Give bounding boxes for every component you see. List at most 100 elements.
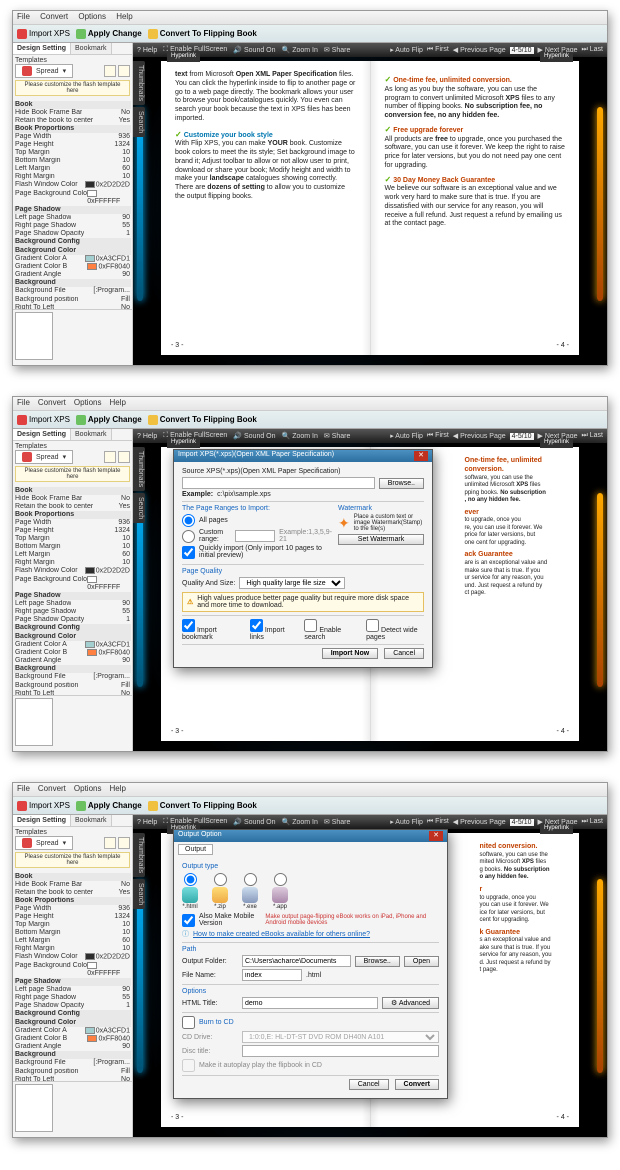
prop-row[interactable]: Right page Shadow55	[14, 994, 131, 1002]
import-now-button[interactable]: Import Now	[322, 648, 379, 659]
prop-row[interactable]: Background positionFill	[14, 682, 131, 690]
prop-row[interactable]: Page Height1324	[14, 913, 131, 921]
prop-row[interactable]: Flash Window Color0x2D2D2D	[14, 953, 131, 961]
prop-row[interactable]: Bottom Margin10	[14, 157, 131, 165]
prop-row[interactable]: Gradient Angle90	[14, 1043, 131, 1051]
template-open-button[interactable]	[104, 65, 116, 77]
prop-row[interactable]: Left Margin60	[14, 937, 131, 945]
prop-row[interactable]: Page Shadow Opacity1	[14, 616, 131, 624]
open-button[interactable]: Open	[404, 956, 439, 967]
prop-row[interactable]: Book Proportions	[14, 897, 131, 905]
faq-link[interactable]: How to make created eBooks available for…	[193, 931, 370, 938]
prop-row[interactable]: Left page Shadow90	[14, 600, 131, 608]
source-input[interactable]	[182, 477, 375, 489]
prop-row[interactable]: Hide Book Frame BarNo	[14, 109, 131, 117]
prop-row[interactable]: Page Background Color0xFFFFFF	[14, 576, 131, 592]
prop-row[interactable]: Bottom Margin10	[14, 543, 131, 551]
output-folder-input[interactable]	[242, 955, 351, 967]
radio-all-pages[interactable]	[182, 514, 195, 527]
prop-row[interactable]: Background File[:Program...	[14, 673, 131, 681]
share-button[interactable]: ✉ Share	[324, 46, 351, 54]
menu-help[interactable]: Help	[116, 12, 132, 21]
type-app[interactable]: *.app	[272, 873, 288, 910]
prop-row[interactable]: Top Margin10	[14, 921, 131, 929]
import-xps-button[interactable]: Import XPS	[17, 415, 70, 425]
browse-button[interactable]: Browse..	[379, 478, 424, 489]
convert-button[interactable]: Convert To Flipping Book	[148, 415, 257, 425]
prop-row[interactable]: Page Width936	[14, 133, 131, 141]
prev-button[interactable]: ◀ Previous Page	[453, 46, 506, 54]
prop-row[interactable]: Gradient Color A0xA3CFD1	[14, 255, 131, 263]
output-tab[interactable]: Output	[178, 844, 213, 855]
menu-options[interactable]: Options	[78, 12, 106, 21]
prop-row[interactable]: Book	[14, 101, 131, 109]
flipping-book[interactable]: Hyperlink text from Microsoft Open XML P…	[161, 61, 579, 355]
prop-row[interactable]: Top Margin10	[14, 149, 131, 157]
prop-row[interactable]: Background Color	[14, 247, 131, 255]
prop-row[interactable]: Left page Shadow90	[14, 214, 131, 222]
quality-select[interactable]: High quality large file size	[239, 577, 345, 589]
type-exe[interactable]: *.exe	[242, 873, 258, 910]
browse-button[interactable]: Browse..	[355, 956, 400, 967]
prop-row[interactable]: Right Margin10	[14, 173, 131, 181]
quick-import-checkbox[interactable]	[182, 546, 195, 559]
import-bookmark-checkbox[interactable]	[182, 619, 195, 632]
import-links-checkbox[interactable]	[250, 619, 263, 632]
mobile-checkbox[interactable]	[182, 914, 195, 927]
advanced-button[interactable]: ⚙ Advanced	[382, 997, 439, 1009]
enable-search-checkbox[interactable]	[304, 619, 317, 632]
prop-row[interactable]: Page Shadow	[14, 592, 131, 600]
help-button[interactable]: ? Help	[137, 47, 157, 54]
prop-row[interactable]: Bottom Margin10	[14, 929, 131, 937]
prop-row[interactable]: Hide Book Frame BarNo	[14, 495, 131, 503]
menu-convert[interactable]: Convert	[40, 12, 68, 21]
prop-row[interactable]: Retain the book to centerYes	[14, 117, 131, 125]
property-grid[interactable]: BookHide Book Frame BarNoRetain the book…	[13, 100, 132, 309]
prop-row[interactable]: Hide Book Frame BarNo	[14, 881, 131, 889]
template-spread-select[interactable]: Spread▾	[15, 64, 73, 78]
autoflip-button[interactable]: ▸ Auto Flip	[390, 46, 423, 54]
prop-row[interactable]: Page Height1324	[14, 141, 131, 149]
custom-range-input[interactable]	[235, 530, 275, 542]
menu-file[interactable]: File	[17, 12, 30, 21]
vtab-search[interactable]: Search	[133, 107, 145, 137]
prop-row[interactable]: Background	[14, 665, 131, 673]
html-title-input[interactable]	[242, 997, 378, 1009]
convert-confirm-button[interactable]: Convert	[395, 1079, 439, 1090]
prop-row[interactable]: Gradient Angle90	[14, 657, 131, 665]
prop-row[interactable]: Background Config	[14, 238, 131, 246]
prop-row[interactable]: Background Config	[14, 624, 131, 632]
prop-row[interactable]: Flash Window Color0x2D2D2D	[14, 567, 131, 575]
apply-change-button[interactable]: Apply Change	[76, 415, 142, 425]
prop-row[interactable]: Background File[:Program...	[14, 287, 131, 295]
radio-custom-range[interactable]	[182, 530, 195, 543]
page-field[interactable]: 4-5/10	[510, 47, 534, 54]
prop-row[interactable]: Gradient Angle90	[14, 271, 131, 279]
prop-row[interactable]: Page Shadow Opacity1	[14, 230, 131, 238]
prop-row[interactable]: Right page Shadow55	[14, 222, 131, 230]
prop-row[interactable]: Retain the book to centerYes	[14, 503, 131, 511]
convert-button[interactable]: Convert To Flipping Book	[148, 801, 257, 811]
prop-row[interactable]: Background File[:Program...	[14, 1059, 131, 1067]
prop-row[interactable]: Book Proportions	[14, 511, 131, 519]
convert-button[interactable]: Convert To Flipping Book	[148, 29, 257, 39]
close-icon[interactable]: ✕	[414, 451, 428, 461]
prop-row[interactable]: Page Shadow	[14, 978, 131, 986]
prop-row[interactable]: Flash Window Color0x2D2D2D	[14, 181, 131, 189]
prop-row[interactable]: Background positionFill	[14, 1068, 131, 1076]
template-save-button[interactable]	[118, 65, 130, 77]
file-name-input[interactable]	[242, 969, 302, 981]
prop-row[interactable]: Gradient Color B0xFF8040	[14, 1035, 131, 1043]
prop-row[interactable]: Left Margin60	[14, 165, 131, 173]
prop-row[interactable]: Gradient Color A0xA3CFD1	[14, 641, 131, 649]
prop-row[interactable]: Background positionFill	[14, 296, 131, 304]
apply-change-button[interactable]: Apply Change	[76, 801, 142, 811]
detect-wide-checkbox[interactable]	[366, 619, 379, 632]
type-html[interactable]: *.html	[182, 873, 198, 910]
last-button[interactable]: ⏭ Last	[582, 46, 603, 54]
prop-row[interactable]: Background Color	[14, 633, 131, 641]
apply-change-button[interactable]: Apply Change	[76, 29, 142, 39]
prop-row[interactable]: Book Proportions	[14, 125, 131, 133]
prop-row[interactable]: Gradient Color B0xFF8040	[14, 649, 131, 657]
prop-row[interactable]: Left page Shadow90	[14, 986, 131, 994]
